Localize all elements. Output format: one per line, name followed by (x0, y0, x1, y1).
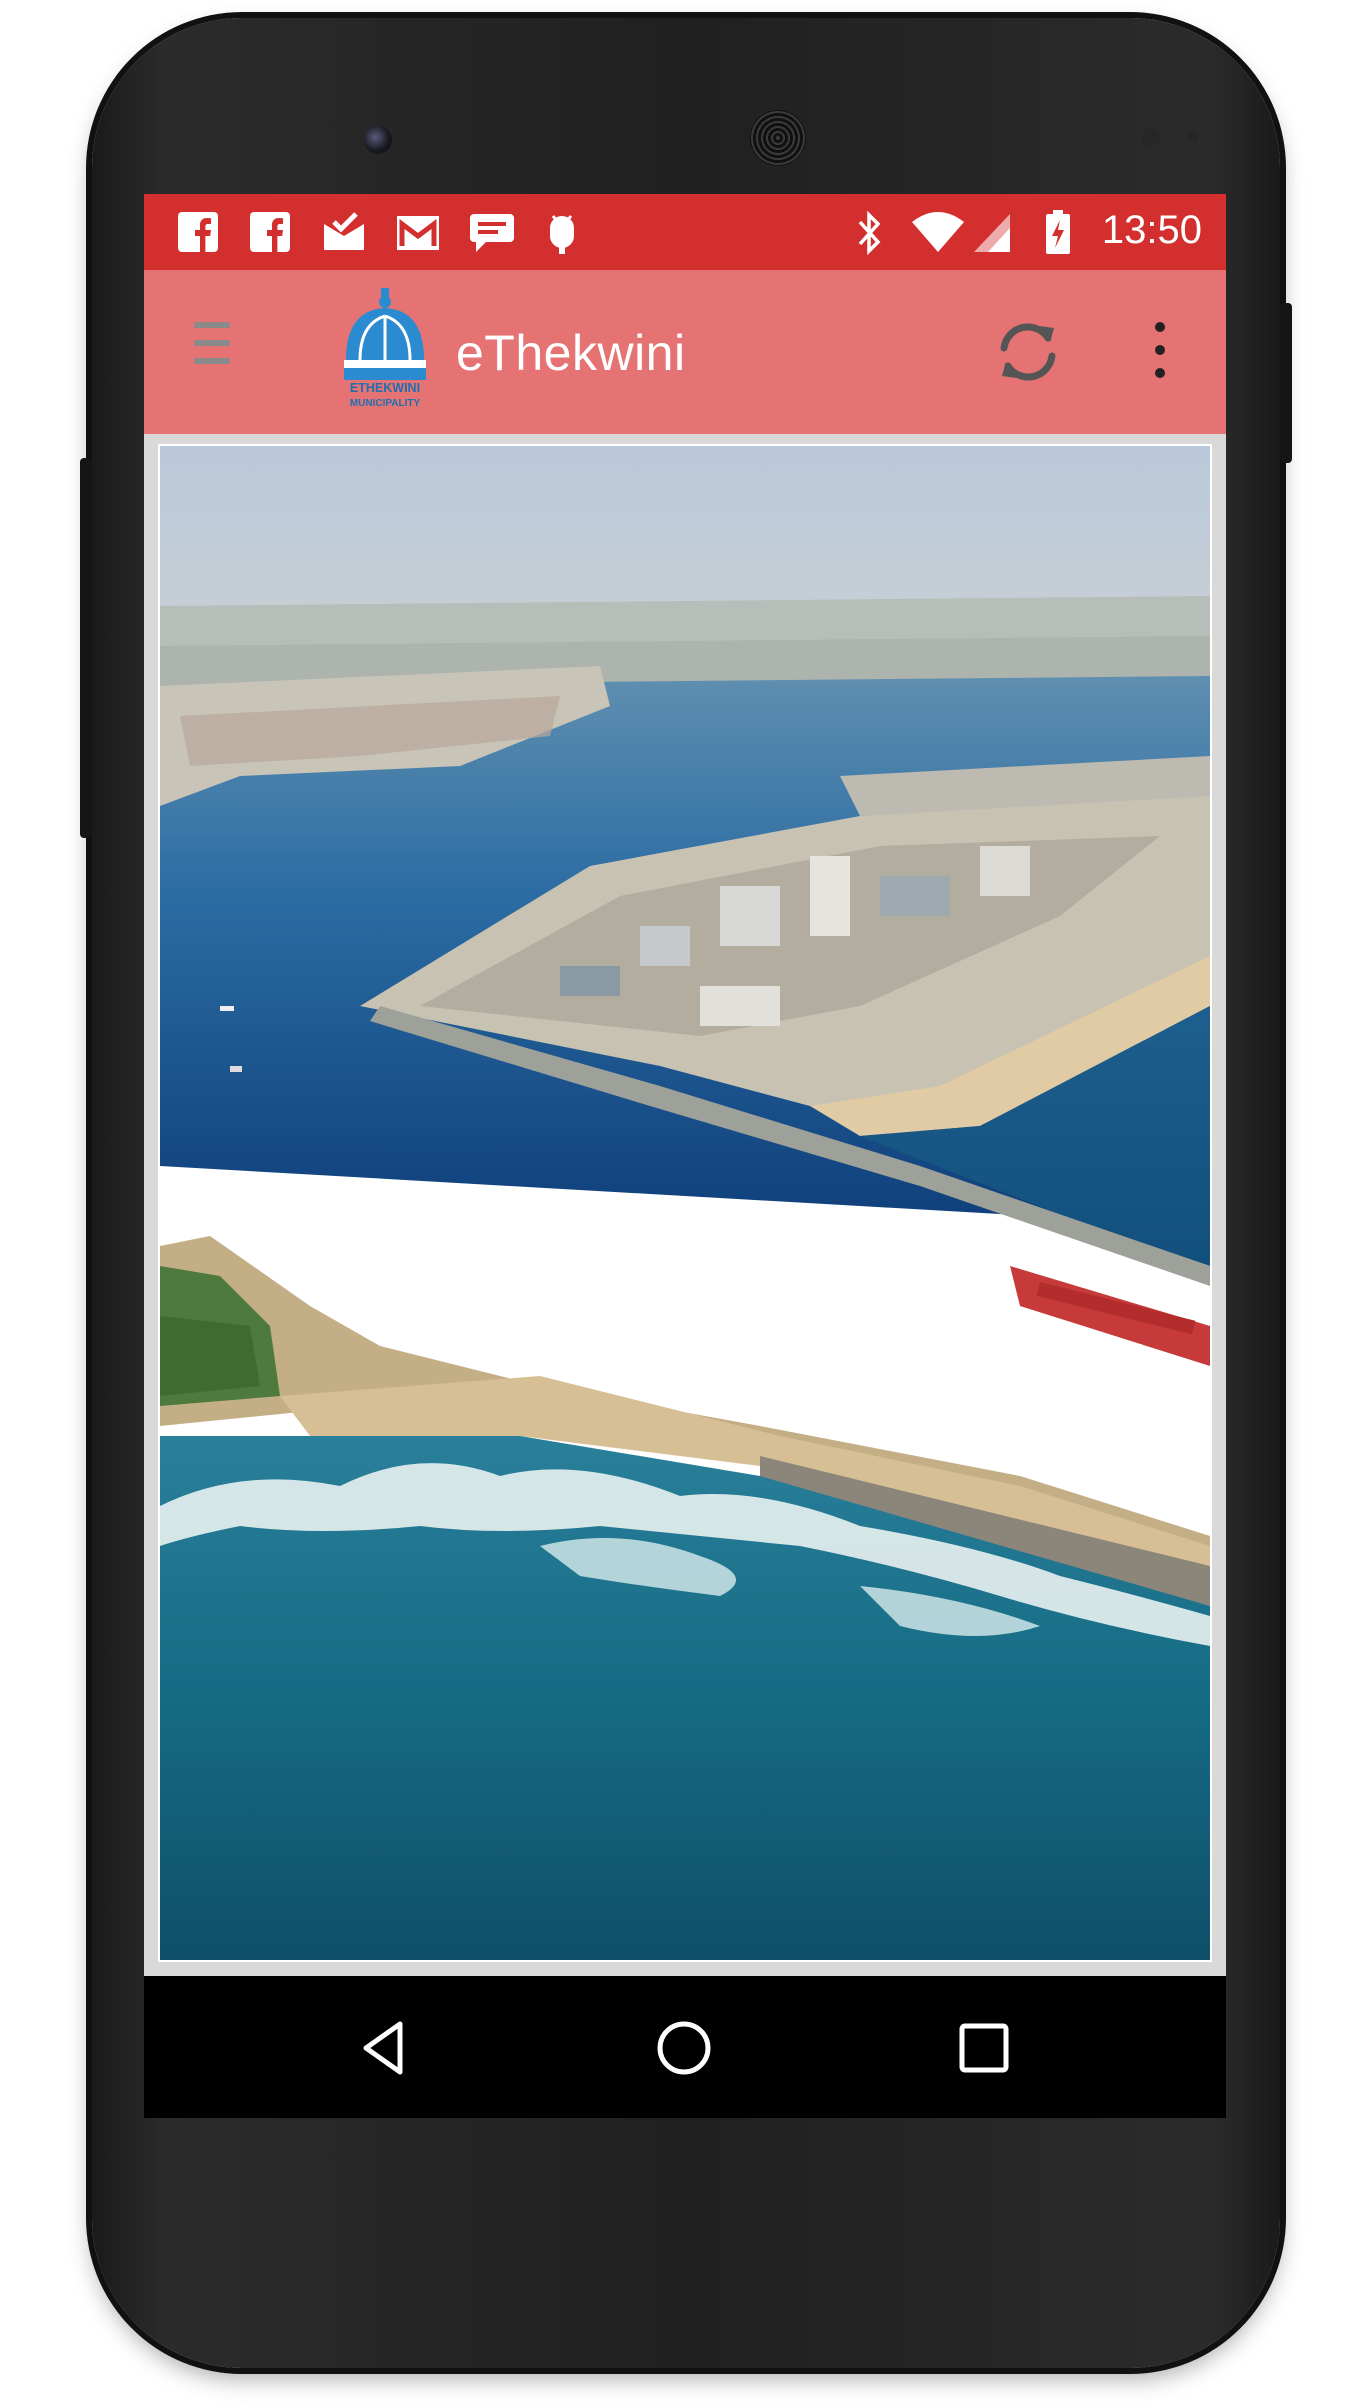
wifi-icon (912, 212, 964, 252)
hamburger-icon-line (194, 322, 230, 328)
content-area (144, 434, 1226, 1976)
facebook-icon (250, 212, 290, 252)
clock: 13:50 (1101, 208, 1202, 252)
mail-check-icon (324, 212, 364, 250)
navigation-drawer-button[interactable] (194, 322, 230, 382)
status-bar: 13:50 (144, 194, 1226, 270)
app-title: eThekwini (456, 325, 686, 381)
photo-frame (158, 444, 1212, 1962)
aerial-harbour-photo (160, 446, 1210, 1960)
android-debug-icon (550, 215, 574, 254)
logo-text-line2: MUNICIPALITY (350, 398, 421, 409)
recents-icon[interactable] (954, 2018, 1014, 2078)
chat-bubble-icon (470, 214, 514, 252)
volume-button (80, 458, 92, 838)
back-icon[interactable] (354, 2018, 414, 2078)
proximity-sensor (1142, 128, 1160, 146)
power-button (1280, 303, 1292, 463)
hamburger-icon-line (194, 358, 230, 364)
system-nav-bar (144, 1976, 1226, 2118)
app-toolbar: ETHEKWINI MUNICIPALITY eThekwini (144, 270, 1226, 434)
front-camera (364, 126, 392, 154)
battery-charging-icon (1046, 210, 1070, 254)
bluetooth-icon (858, 210, 881, 256)
facebook-icon (178, 212, 218, 252)
signal-icon (974, 214, 1010, 252)
overflow-menu-icon[interactable] (1150, 322, 1170, 386)
ethekwini-logo: ETHEKWINI MUNICIPALITY (344, 288, 426, 409)
hamburger-icon-line (194, 340, 230, 346)
gmail-icon (397, 216, 439, 250)
device-screen: 13:50 ETHEKWINI MUNICIPALITY eThekwini (144, 194, 1226, 2118)
home-icon[interactable] (654, 2018, 714, 2078)
refresh-icon[interactable] (990, 314, 1066, 390)
logo-text-line1: ETHEKWINI (350, 381, 420, 395)
earpiece-speaker (750, 110, 806, 166)
light-sensor (1187, 130, 1199, 142)
